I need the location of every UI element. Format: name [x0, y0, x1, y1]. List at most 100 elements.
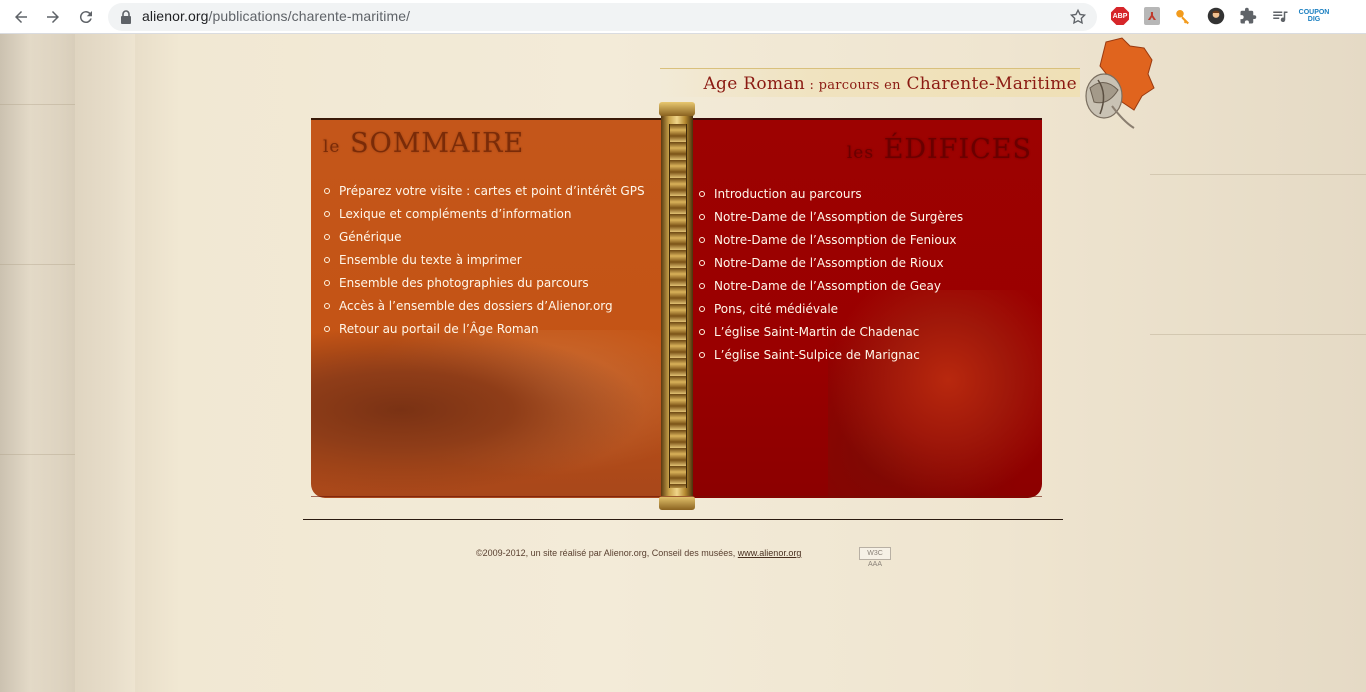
browser-toolbar: alienor.org/publications/charente-mariti…	[0, 0, 1366, 34]
sommaire-link-label: Générique	[339, 230, 402, 244]
golden-column-divider	[659, 102, 695, 510]
edifices-link-label: Notre-Dame de l’Assomption de Surgères	[714, 210, 964, 224]
column-shaft	[669, 124, 687, 488]
address-bar[interactable]: alienor.org/publications/charente-mariti…	[108, 3, 1097, 31]
edifices-link-label: Notre-Dame de l’Assomption de Rioux	[714, 256, 944, 270]
coupon-icon[interactable]: COUPON DIG	[1299, 6, 1330, 26]
column-base	[659, 496, 695, 510]
edifices-link-label: Introduction au parcours	[714, 187, 862, 201]
sommaire-link-photographies[interactable]: Ensemble des photographies du parcours	[323, 272, 645, 295]
stone-pillar	[0, 34, 75, 692]
adblock-plus-icon[interactable]: ABP	[1110, 6, 1130, 26]
sommaire-link-label: Retour au portail de l’Âge Roman	[339, 322, 539, 336]
sommaire-heading-big: SOMMAIRE	[350, 128, 525, 159]
acrobat-glyph: ⅄	[1144, 7, 1160, 25]
w3c-aaa-badge[interactable]: W3C AAA	[859, 547, 891, 568]
puzzle-extensions-icon[interactable]	[1238, 6, 1258, 26]
edifices-list: Introduction au parcours Notre-Dame de l…	[698, 183, 963, 367]
bullet-icon	[324, 326, 330, 332]
edifices-link-label: L’église Saint-Sulpice de Marignac	[714, 348, 920, 362]
edifices-link-label: Pons, cité médiévale	[714, 302, 839, 316]
footer-text: ©2009-2012, un site réalisé par Alienor.…	[476, 548, 738, 558]
edifices-heading-big: ÉDIFICES	[883, 134, 1032, 165]
edifices-link-rioux[interactable]: Notre-Dame de l’Assomption de Rioux	[698, 252, 963, 275]
url-text[interactable]: alienor.org/publications/charente-mariti…	[142, 8, 410, 24]
footer: ©2009-2012, un site réalisé par Alienor.…	[476, 548, 801, 558]
edifices-link-fenioux[interactable]: Notre-Dame de l’Assomption de Fenioux	[698, 229, 963, 252]
stone-joint	[0, 104, 75, 105]
sommaire-link-visite[interactable]: Préparez votre visite : cartes et point …	[323, 180, 645, 203]
sommaire-link-label: Accès à l’ensemble des dossiers d’Alieno…	[339, 299, 613, 313]
edifices-link-label: Notre-Dame de l’Assomption de Fenioux	[714, 233, 957, 247]
site-title-part1: Age Roman	[703, 74, 806, 94]
site-title-part2: parcours en	[818, 78, 901, 93]
column-capital	[659, 102, 695, 116]
bullet-icon	[324, 280, 330, 286]
url-path: /publications/charente-maritime/	[208, 8, 411, 24]
reload-icon	[79, 11, 92, 24]
sommaire-link-texte[interactable]: Ensemble du texte à imprimer	[323, 249, 645, 272]
edifices-link-geay[interactable]: Notre-Dame de l’Assomption de Geay	[698, 275, 963, 298]
edifices-heading: les ÉDIFICES	[847, 134, 1032, 165]
stone-joint	[0, 264, 75, 265]
profile-icon[interactable]	[1206, 6, 1226, 26]
stone-pillar-shadow	[75, 34, 135, 692]
charente-maritime-logo[interactable]	[1078, 36, 1158, 131]
sommaire-heading-small: le	[323, 137, 341, 157]
bullet-icon	[324, 211, 330, 217]
profile-glyph	[1207, 7, 1225, 25]
stone-joint	[1150, 334, 1366, 335]
edifices-link-marignac[interactable]: L’église Saint-Sulpice de Marignac	[698, 344, 963, 367]
bullet-icon	[699, 214, 705, 220]
sommaire-link-portail[interactable]: Retour au portail de l’Âge Roman	[323, 318, 645, 341]
forward-button[interactable]	[41, 5, 65, 29]
edifices-heading-small: les	[846, 143, 875, 163]
page-background: Age Roman : parcours en Charente-Maritim…	[0, 34, 1366, 692]
bullet-icon	[699, 306, 705, 312]
site-title-part3: Charente-Maritime	[906, 74, 1077, 94]
bullet-icon	[699, 260, 705, 266]
bullet-icon	[699, 283, 705, 289]
edifices-link-surgeres[interactable]: Notre-Dame de l’Assomption de Surgères	[698, 206, 963, 229]
bullet-icon	[324, 257, 330, 263]
sommaire-link-label: Ensemble du texte à imprimer	[339, 253, 522, 267]
arrow-right-icon	[47, 11, 59, 23]
carved-lion-image	[311, 330, 666, 498]
edifices-link-pons[interactable]: Pons, cité médiévale	[698, 298, 963, 321]
footer-divider	[303, 519, 1063, 520]
key-icon[interactable]	[1173, 6, 1193, 26]
edifices-link-chadenac[interactable]: L’église Saint-Martin de Chadenac	[698, 321, 963, 344]
adblock-badge: ABP	[1111, 7, 1129, 25]
arrow-left-icon	[15, 11, 27, 23]
sommaire-link-lexique[interactable]: Lexique et compléments d’information	[323, 203, 645, 226]
sommaire-link-dossiers[interactable]: Accès à l’ensemble des dossiers d’Alieno…	[323, 295, 645, 318]
stone-joint	[1150, 174, 1366, 175]
bookmark-star-icon[interactable]	[1069, 8, 1087, 26]
bullet-icon	[699, 237, 705, 243]
panel-bottom-rule	[311, 496, 1042, 497]
puzzle-glyph	[1240, 7, 1257, 24]
media-queue-glyph	[1273, 11, 1288, 23]
footer-alienor-link[interactable]: www.alienor.org	[738, 548, 802, 558]
acrobat-icon[interactable]: ⅄	[1142, 6, 1162, 26]
reload-button[interactable]	[74, 5, 98, 29]
bullet-icon	[699, 352, 705, 358]
sommaire-link-label: Préparez votre visite : cartes et point …	[339, 184, 645, 198]
back-button[interactable]	[9, 5, 33, 29]
stone-joint	[0, 454, 75, 455]
media-queue-icon[interactable]	[1270, 6, 1290, 26]
edifices-link-introduction[interactable]: Introduction au parcours	[698, 183, 963, 206]
lock-icon	[121, 10, 131, 24]
sommaire-link-label: Ensemble des photographies du parcours	[339, 276, 589, 290]
key-glyph	[1176, 10, 1189, 25]
edifices-link-label: L’église Saint-Martin de Chadenac	[714, 325, 920, 339]
bullet-icon	[324, 303, 330, 309]
bullet-icon	[324, 188, 330, 194]
site-title-sep: :	[805, 78, 819, 93]
sommaire-panel: le SOMMAIRE Préparez votre visite : cart…	[311, 118, 666, 498]
sommaire-link-generique[interactable]: Générique	[323, 226, 645, 249]
sommaire-heading: le SOMMAIRE	[323, 128, 524, 159]
url-domain: alienor.org	[142, 8, 209, 24]
coupon-glyph: COUPON DIG	[1298, 9, 1330, 23]
edifices-link-label: Notre-Dame de l’Assomption de Geay	[714, 279, 941, 293]
